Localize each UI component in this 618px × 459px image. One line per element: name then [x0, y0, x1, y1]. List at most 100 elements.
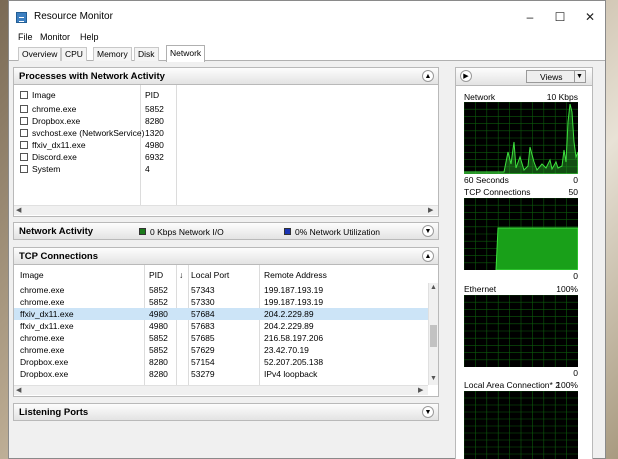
menu-file[interactable]: File	[18, 32, 33, 42]
tcp-remote-address: 204.2.229.89	[264, 321, 314, 331]
table-row[interactable]: chrome.exe 5852 57330 199.187.193.19	[14, 296, 428, 308]
row-checkbox[interactable]	[20, 141, 28, 149]
tcp-pid: 5852	[149, 285, 168, 295]
tcp-image: ffxiv_dx11.exe	[20, 309, 74, 319]
listening-ports-header[interactable]: Listening Ports ▼	[13, 403, 439, 421]
column-image[interactable]: Image	[32, 90, 56, 100]
tab-disk[interactable]: Disk	[134, 47, 159, 61]
process-image: chrome.exe	[32, 104, 77, 114]
maximize-button[interactable]: ☐	[547, 7, 573, 27]
processes-title: Processes with Network Activity	[19, 71, 165, 82]
tcp-local-port: 57330	[191, 297, 215, 307]
tcp-remote-address: 23.42.70.19	[264, 345, 309, 355]
window-title: Resource Monitor	[34, 11, 113, 22]
process-pid: 6932	[145, 152, 164, 162]
chevron-down-icon[interactable]: ▼	[422, 406, 434, 418]
horizontal-scrollbar[interactable]: ◀ ▶	[14, 205, 438, 215]
row-checkbox[interactable]	[20, 117, 28, 125]
tab-overview[interactable]: Overview	[18, 47, 62, 61]
tcp-local-port: 57154	[191, 357, 215, 367]
table-row[interactable]: svchost.exe (NetworkService) 1320	[14, 127, 430, 139]
table-row[interactable]: chrome.exe 5852 57629 23.42.70.19	[14, 344, 428, 356]
processes-header[interactable]: Processes with Network Activity ▲	[13, 67, 439, 85]
table-row[interactable]: chrome.exe 5852 57343 199.187.193.19	[14, 284, 428, 296]
menu-help[interactable]: Help	[80, 32, 99, 42]
views-dropdown[interactable]: Views ▼	[526, 70, 586, 83]
tcp-remote-address: 199.187.193.19	[264, 297, 324, 307]
tcp-remote-address: 204.2.229.89	[264, 309, 314, 319]
row-checkbox[interactable]	[20, 165, 28, 173]
sort-down-icon[interactable]: ↓	[179, 270, 183, 280]
tcp-local-port: 53279	[191, 369, 215, 379]
graph-title: Network	[464, 92, 496, 102]
tcp-pid: 4980	[149, 321, 168, 331]
column-local-port[interactable]: Local Port	[191, 270, 229, 280]
graph-canvas	[464, 295, 578, 367]
tcp-connections-header[interactable]: TCP Connections ▲	[13, 247, 439, 265]
graph-canvas	[464, 391, 578, 459]
chevron-up-icon[interactable]: ▲	[422, 70, 434, 82]
tcp-remote-address: 199.187.193.19	[264, 285, 324, 295]
row-checkbox[interactable]	[20, 105, 28, 113]
network-util-legend	[284, 228, 291, 235]
menu-bar: File Monitor Help	[9, 31, 605, 45]
table-row[interactable]: chrome.exe 5852 57685 216.58.197.206	[14, 332, 428, 344]
table-row[interactable]: Dropbox.exe 8280	[14, 115, 430, 127]
tcp-pid: 8280	[149, 369, 168, 379]
table-row[interactable]: chrome.exe 5852	[14, 103, 430, 115]
network-activity-header[interactable]: Network Activity 0 Kbps Network I/O 0% N…	[13, 222, 439, 240]
views-label: Views	[540, 72, 563, 82]
graph-max-label: 100%	[556, 380, 578, 390]
table-row[interactable]: ffxiv_dx11.exe 4980	[14, 139, 430, 151]
tab-memory[interactable]: Memory	[93, 47, 132, 61]
tcp-image: chrome.exe	[20, 297, 65, 307]
table-row[interactable]: ffxiv_dx11.exe 4980 57684 204.2.229.89	[14, 308, 428, 320]
tcp-image: Dropbox.exe	[20, 357, 69, 367]
select-all-checkbox[interactable]	[20, 91, 28, 99]
table-row[interactable]: Dropbox.exe 8280 57154 52.207.205.138	[14, 356, 428, 368]
chevron-down-icon[interactable]: ▼	[422, 225, 434, 237]
table-row[interactable]: Discord.exe 6932	[14, 151, 430, 163]
tcp-local-port: 57683	[191, 321, 215, 331]
tcp-image: chrome.exe	[20, 333, 65, 343]
minimize-button[interactable]: –	[517, 7, 543, 27]
tcp-pid: 5852	[149, 297, 168, 307]
table-row[interactable]: Dropbox.exe 8280 53279 IPv4 loopback	[14, 368, 428, 380]
tcp-connections-panel: Image PID ↓ Local Port Remote Address ch…	[13, 265, 439, 397]
process-pid: 1320	[145, 128, 164, 138]
chevron-up-icon[interactable]: ▲	[422, 250, 434, 262]
close-button[interactable]: ✕	[577, 7, 603, 27]
tcp-image: Dropbox.exe	[20, 369, 69, 379]
scroll-thumb[interactable]	[430, 325, 437, 347]
graph-title: TCP Connections	[464, 187, 531, 197]
column-image[interactable]: Image	[20, 270, 44, 280]
row-checkbox[interactable]	[20, 153, 28, 161]
vertical-scrollbar[interactable]: ▲ ▼	[428, 283, 438, 385]
horizontal-scrollbar[interactable]: ◀ ▶	[14, 385, 428, 395]
graph-max-label: 100%	[556, 284, 578, 294]
graph-title: Local Area Connection* 2	[464, 380, 560, 390]
graph-canvas	[464, 102, 578, 174]
tab-network[interactable]: Network	[166, 45, 206, 62]
menu-monitor[interactable]: Monitor	[40, 32, 70, 42]
table-row[interactable]: ffxiv_dx11.exe 4980 57683 204.2.229.89	[14, 320, 428, 332]
graph-time-label: 60 Seconds	[464, 175, 509, 185]
graph-canvas	[464, 198, 578, 270]
tcp-image: ffxiv_dx11.exe	[20, 321, 74, 331]
graphs-sidebar: ▶ Views ▼ Network 10 Kbps 60 Seconds 0 TCP C…	[455, 67, 593, 459]
tcp-local-port: 57343	[191, 285, 215, 295]
table-row[interactable]: System 4	[14, 163, 430, 175]
chevron-right-icon[interactable]: ▶	[460, 70, 472, 82]
column-pid[interactable]: PID	[149, 270, 163, 280]
graph-max-label: 50	[568, 187, 578, 197]
tcp-remote-address: 52.207.205.138	[264, 357, 324, 367]
process-pid: 5852	[145, 104, 164, 114]
process-image: Discord.exe	[32, 152, 77, 162]
network-util-label: 0% Network Utilization	[295, 227, 381, 237]
tab-cpu[interactable]: CPU	[61, 47, 87, 61]
network-io-label: 0 Kbps Network I/O	[150, 227, 224, 237]
column-remote-address[interactable]: Remote Address	[264, 270, 327, 280]
column-pid[interactable]: PID	[145, 90, 159, 100]
row-checkbox[interactable]	[20, 129, 28, 137]
process-pid: 4980	[145, 140, 164, 150]
